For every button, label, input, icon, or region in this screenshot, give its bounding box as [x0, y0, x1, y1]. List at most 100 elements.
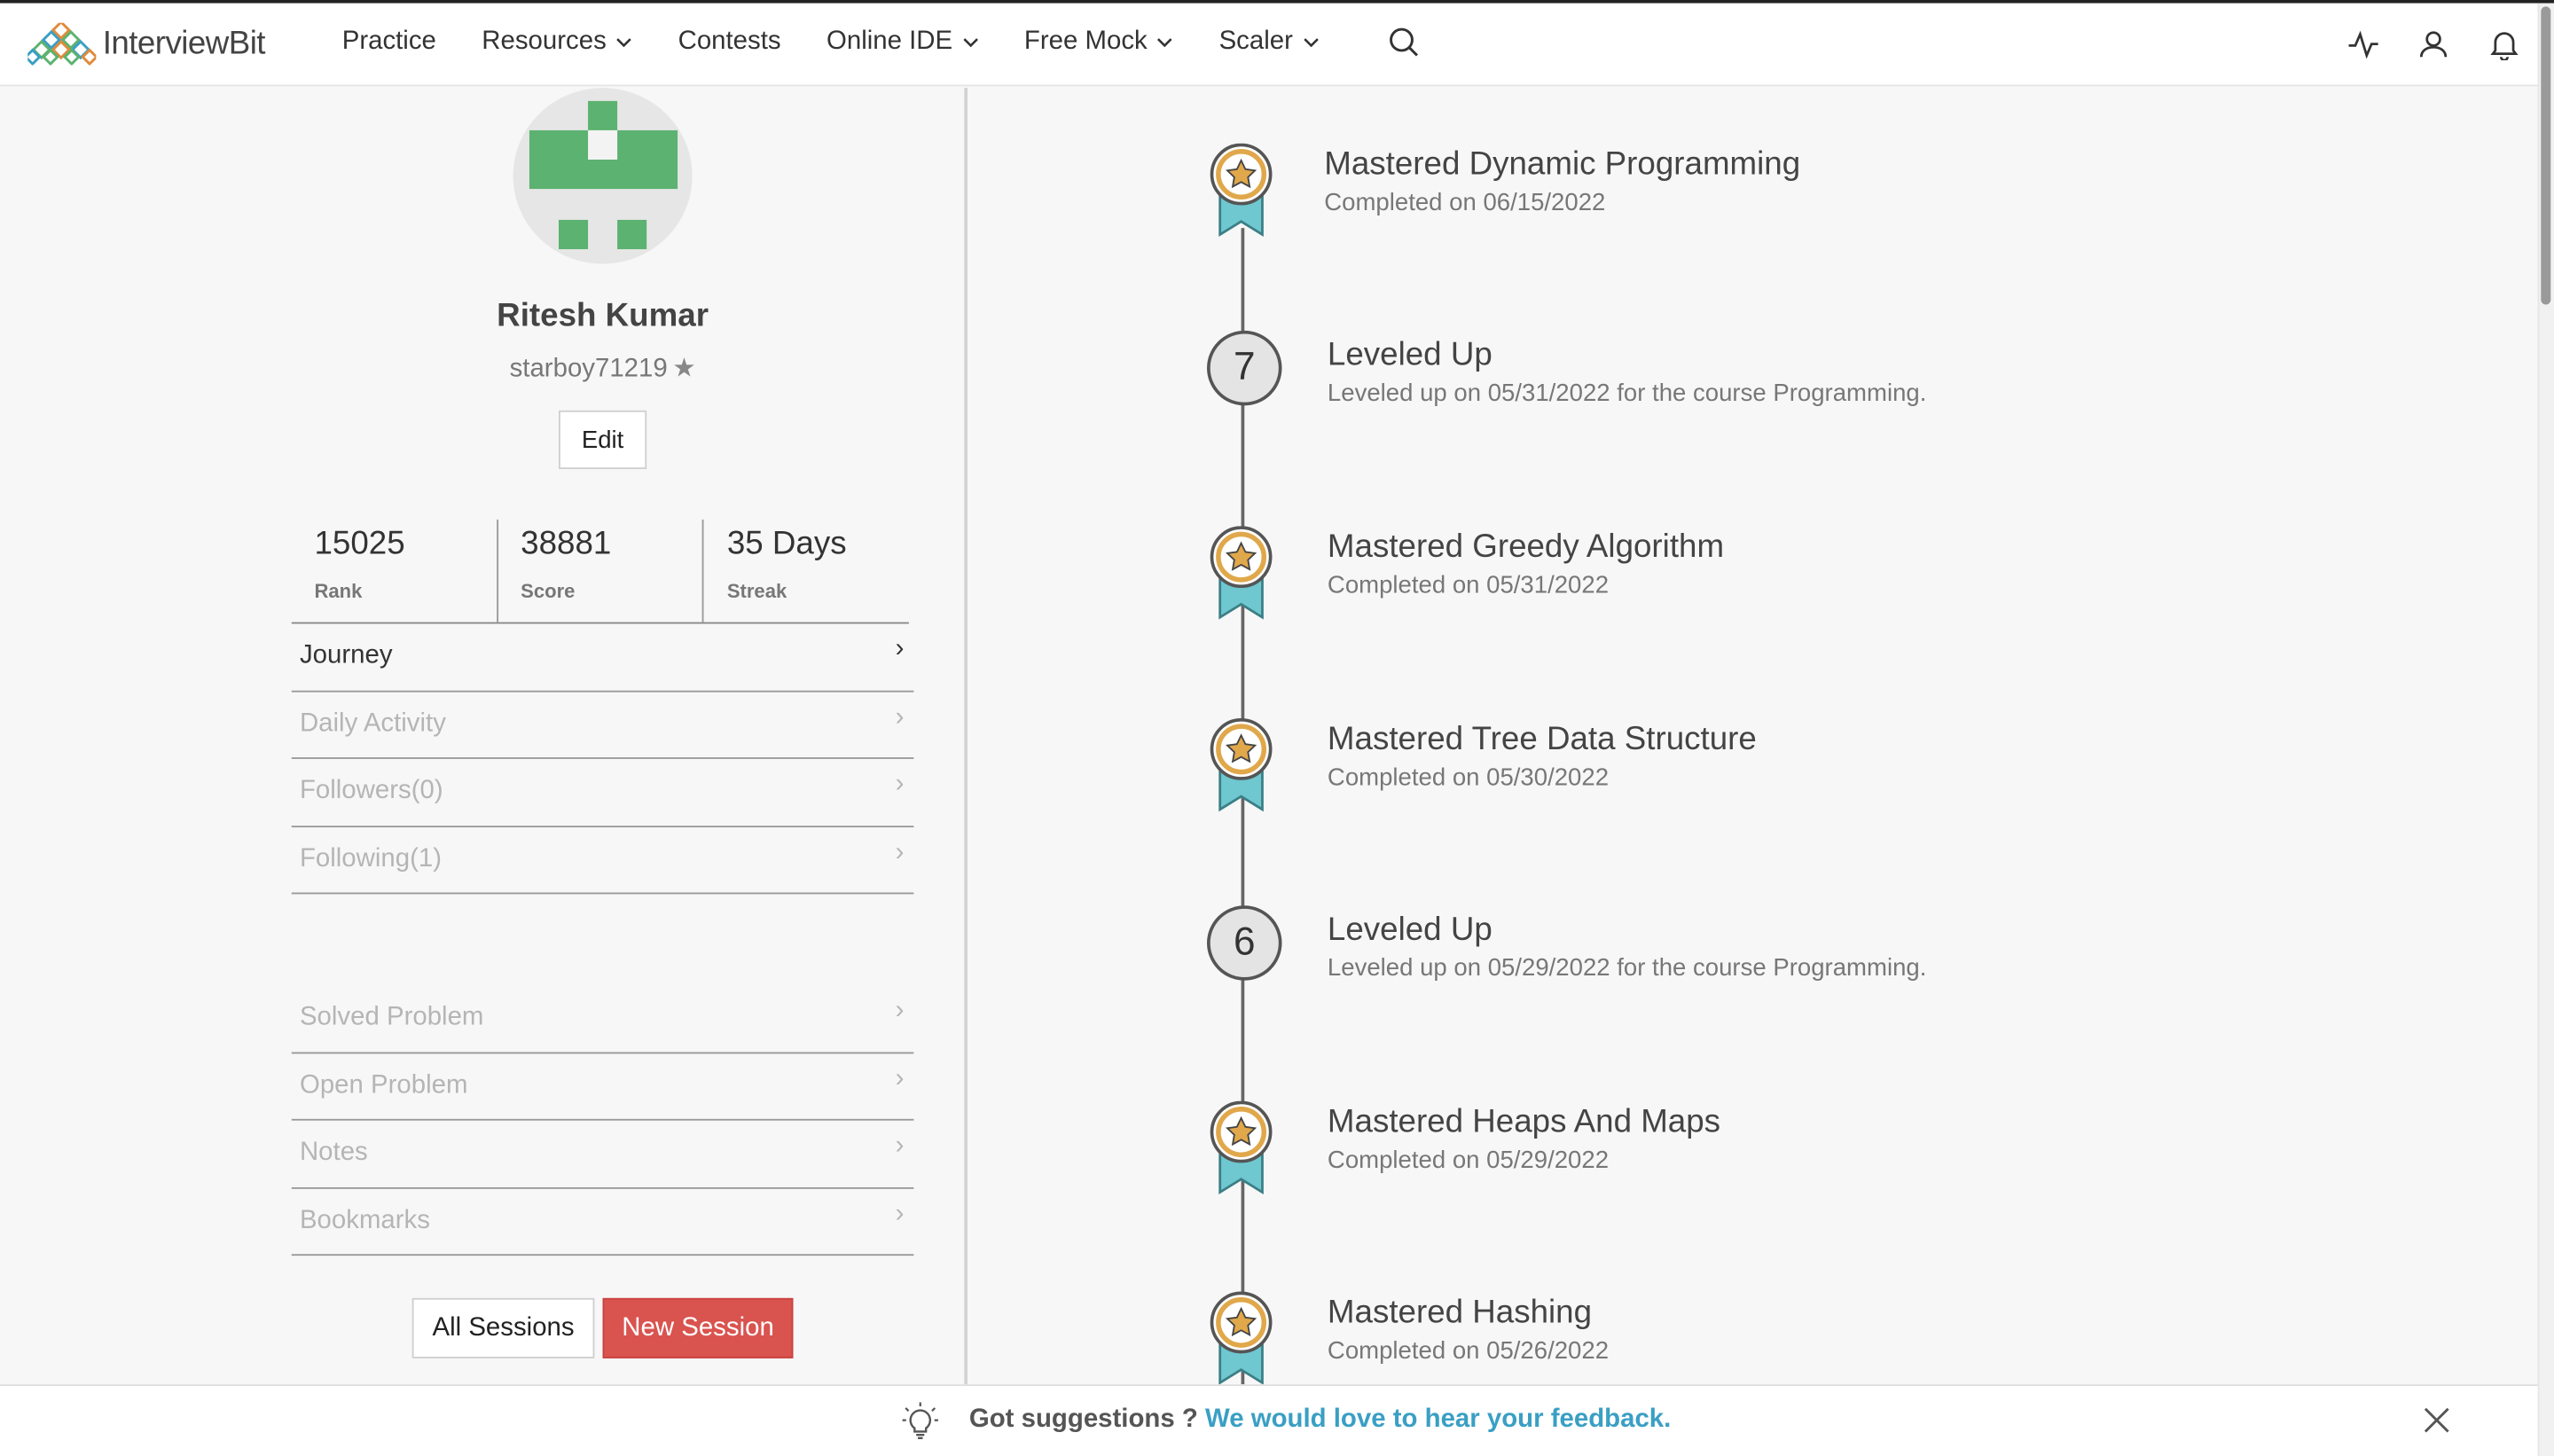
star-icon: ★ — [672, 355, 696, 383]
level-badge: 6 — [1207, 905, 1282, 981]
timeline-entry: Mastered Greedy Algorithm Completed on 05… — [1328, 529, 1724, 599]
feedback-prompt: Got suggestions ? — [968, 1405, 1198, 1434]
medal-icon — [1210, 1291, 1273, 1385]
profile-button[interactable] — [2419, 29, 2448, 67]
menu-item-notes[interactable]: Notes › — [291, 1121, 914, 1188]
chevron-right-icon: › — [895, 1064, 905, 1092]
activity-icon — [2348, 30, 2378, 59]
timeline-entry-title: Mastered Hashing — [1327, 1295, 1593, 1331]
main-nav: Practice Resources Contests Online IDE F… — [342, 27, 1365, 57]
timeline-entry: Mastered Heaps And Maps Completed on 05/2… — [1328, 1104, 1720, 1174]
scrollbar-thumb[interactable] — [2541, 6, 2551, 305]
notifications-button[interactable] — [2490, 29, 2519, 68]
menu-item-followers[interactable]: Followers(0) › — [291, 759, 914, 827]
menu-item-bookmarks[interactable]: Bookmarks › — [291, 1188, 914, 1256]
profile-name: Ritesh Kumar — [497, 298, 709, 334]
stat-rank-value: 15025 — [314, 526, 405, 562]
profile-username-text: starboy71219 — [509, 355, 668, 383]
lightbulb-icon — [902, 1402, 938, 1440]
nav-free-mock-label: Free Mock — [1023, 27, 1148, 56]
chevron-right-icon: › — [895, 1131, 905, 1161]
medal-icon — [1210, 717, 1273, 812]
logo-icon — [27, 22, 97, 66]
feedback-bar: Got suggestions ? We would love to hear … — [0, 1384, 2538, 1456]
user-icon — [2419, 31, 2448, 58]
timeline-entry-subtitle: Leveled up on 05/31/2022 for the course … — [1327, 379, 1927, 408]
all-sessions-button[interactable]: All Sessions — [411, 1297, 595, 1358]
chevron-right-icon: › — [895, 838, 905, 866]
chevron-right-icon: › — [895, 703, 905, 732]
edit-profile-button[interactable]: Edit — [558, 410, 647, 469]
timeline-entry-subtitle: Completed on 06/15/2022 — [1324, 189, 1606, 217]
timeline-entry-title: Mastered Greedy Algorithm — [1327, 528, 1725, 566]
menu-item-label: Solved Problem — [299, 1003, 484, 1032]
nav-free-mock[interactable]: Free Mock — [1024, 27, 1173, 57]
feedback-text: Got suggestions ? We would love to hear … — [969, 1405, 1671, 1435]
menu-item-open-problem[interactable]: Open Problem › — [291, 1053, 914, 1121]
level-badge: 7 — [1207, 330, 1282, 406]
medal-icon — [1210, 526, 1273, 620]
timeline-entry-subtitle: Completed on 05/29/2022 — [1327, 1147, 1610, 1175]
timeline-entry-title: Mastered Heaps And Maps — [1327, 1104, 1721, 1140]
menu-item-label: Notes — [299, 1139, 368, 1167]
search-button[interactable] — [1388, 26, 1421, 67]
timeline-entry: Mastered Dynamic Programming Completed on… — [1324, 146, 1800, 216]
stat-streak: 35 Days Streak — [704, 520, 909, 622]
problems-menu: Solved Problem › Open Problem › Notes › Boo… — [291, 985, 914, 1256]
nav-resources-label: Resources — [482, 27, 607, 56]
stat-rank: 15025 Rank — [292, 519, 498, 622]
nav-online-ide-label: Online IDE — [826, 27, 953, 56]
nav-resources[interactable]: Resources — [482, 27, 632, 57]
nav-scaler[interactable]: Scaler — [1219, 27, 1320, 57]
logo-text: InterviewBit — [102, 25, 266, 61]
timeline-entry: Mastered Tree Data Structure Completed on… — [1328, 722, 1757, 792]
timeline-entry-subtitle: Completed on 05/30/2022 — [1327, 763, 1610, 792]
menu-item-journey[interactable]: Journey › — [291, 623, 914, 692]
nav-practice[interactable]: Practice — [342, 27, 436, 57]
nav-contests[interactable]: Contests — [678, 27, 781, 57]
profile-stats: 15025 Rank 38881 Score 35 Days Streak — [291, 519, 909, 624]
nav-scaler-label: Scaler — [1218, 27, 1293, 56]
menu-item-label: Bookmarks — [299, 1206, 430, 1234]
stat-score-label: Score — [521, 579, 576, 603]
close-icon[interactable] — [2422, 1405, 2451, 1435]
profile-username: starboy71219 ★ — [0, 352, 1205, 385]
medal-icon — [1210, 143, 1273, 237]
timeline-entry-title: Leveled Up — [1327, 912, 1492, 948]
activity-button[interactable] — [2347, 29, 2380, 67]
stat-rank-label: Rank — [314, 579, 363, 603]
menu-item-label: Followers(0) — [299, 777, 443, 805]
timeline-entry-title: Mastered Dynamic Programming — [1324, 146, 1801, 183]
timeline-entry: Leveled Up Leveled up on 05/31/2022 for t… — [1328, 337, 1926, 407]
profile-panel: Ritesh Kumar starboy71219 ★ Edit 15025 Ra… — [0, 88, 968, 1385]
timeline-entry: Mastered Hashing Completed on 05/26/2022 — [1328, 1295, 1609, 1365]
logo[interactable]: InterviewBit — [27, 22, 266, 66]
timeline-entry-subtitle: Leveled up on 05/29/2022 for the course … — [1327, 954, 1927, 982]
timeline-entry-title: Leveled Up — [1327, 337, 1492, 373]
timeline-entry: Leveled Up Leveled up on 05/29/2022 for t… — [1328, 912, 1926, 982]
feedback-link[interactable]: We would love to hear your feedback. — [1205, 1405, 1671, 1433]
chevron-down-icon — [1303, 38, 1319, 48]
chevron-down-icon — [616, 38, 632, 48]
stat-score: 38881 Score — [497, 519, 705, 622]
new-session-button[interactable]: New Session — [602, 1297, 794, 1358]
stat-score-value: 38881 — [521, 526, 612, 562]
nav-online-ide[interactable]: Online IDE — [827, 27, 979, 57]
menu-item-solved-problem[interactable]: Solved Problem › — [291, 985, 914, 1053]
menu-item-daily-activity[interactable]: Daily Activity › — [291, 692, 914, 759]
timeline-entry-title: Mastered Tree Data Structure — [1327, 721, 1757, 758]
chevron-down-icon — [963, 38, 978, 48]
chevron-right-icon: › — [895, 771, 905, 799]
avatar — [513, 88, 693, 264]
nav-contests-label: Contests — [678, 27, 781, 56]
stat-streak-label: Streak — [726, 579, 787, 603]
bell-icon — [2490, 32, 2519, 62]
menu-item-following[interactable]: Following(1) › — [291, 826, 914, 895]
scrollbar[interactable] — [2537, 3, 2554, 1456]
menu-item-label: Open Problem — [299, 1071, 468, 1100]
chevron-right-icon: › — [895, 635, 905, 664]
chevron-right-icon: › — [895, 997, 905, 1025]
search-icon — [1390, 27, 1418, 57]
timeline-entry-subtitle: Completed on 05/31/2022 — [1327, 571, 1610, 599]
header: InterviewBit Practice Resources Contests… — [0, 3, 2538, 87]
